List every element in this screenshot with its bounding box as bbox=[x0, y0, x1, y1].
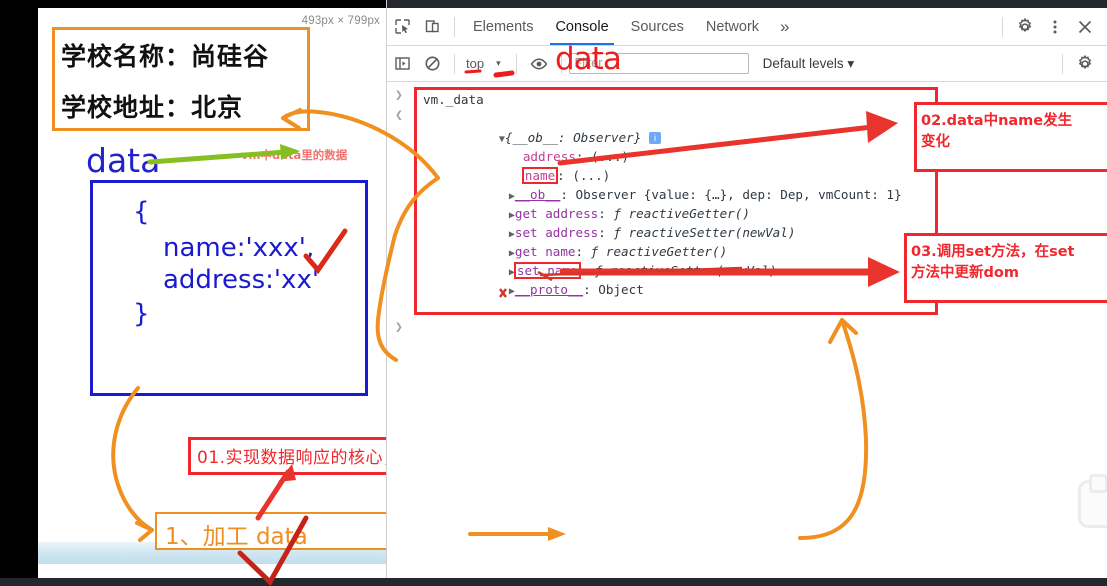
property-value[interactable]: ƒ reactiveGetter() bbox=[591, 244, 727, 259]
property-value[interactable]: (...) bbox=[591, 149, 629, 164]
code-line: { bbox=[133, 197, 150, 227]
console-log-area: ❯ ❮ ❯ vm._data ▼{__ob__: Observer} i add… bbox=[387, 82, 1107, 586]
code-line: } bbox=[133, 299, 150, 329]
page-viewport: 493px × 799px 学校名称：尚硅谷 学校地址：北京 data vm中d… bbox=[38, 8, 386, 578]
devtools-panel: Elements Console Sources Network » top ▾… bbox=[386, 0, 1107, 586]
property-key-set-name-highlighted: set name bbox=[513, 262, 581, 279]
tab-network[interactable]: Network bbox=[695, 8, 770, 45]
property-sep: : bbox=[598, 225, 614, 240]
console-input-expression: vm._data bbox=[423, 92, 484, 107]
property-value[interactable]: Observer {value: {…}, dep: Dep, vmCount:… bbox=[576, 187, 902, 202]
tab-console[interactable]: Console bbox=[544, 8, 619, 45]
console-toolbar-right bbox=[1055, 49, 1107, 79]
property-value[interactable]: ƒ reactiveSetter(newVal) bbox=[595, 263, 777, 278]
school-info-box: 学校名称：尚硅谷 学校地址：北京 bbox=[52, 27, 310, 131]
device-toolbar-icon[interactable] bbox=[417, 12, 447, 42]
console-result-header[interactable]: ▼{__ob__: Observer} i bbox=[417, 109, 935, 145]
window-bottom-strip bbox=[0, 578, 1107, 586]
expand-triangle-icon[interactable]: ▶ bbox=[509, 267, 515, 278]
handwritten-data-overlay: data bbox=[555, 41, 622, 77]
gear-icon[interactable] bbox=[1070, 49, 1100, 79]
console-prompt-arrow: ❯ bbox=[395, 88, 403, 103]
property-value[interactable]: (...) bbox=[572, 168, 610, 183]
console-sidebar-icon[interactable] bbox=[387, 49, 417, 79]
data-heading: data bbox=[86, 141, 161, 180]
property-key: __proto__ bbox=[514, 282, 584, 297]
toolbar-divider bbox=[454, 53, 455, 74]
page-footer-white bbox=[38, 564, 386, 578]
annotation-02-line1: 02.data中name发生 bbox=[921, 113, 1073, 129]
page-left-dark-strip bbox=[0, 0, 38, 586]
annotation-01-text: 实现数据响应的核心，实现数据的监听 bbox=[225, 448, 386, 468]
property-value[interactable]: ƒ reactiveGetter() bbox=[613, 206, 749, 221]
green-arrow-note: vm中data里的数据 bbox=[241, 148, 348, 162]
execution-context-selector[interactable]: top bbox=[462, 56, 488, 71]
clear-console-icon[interactable] bbox=[417, 49, 447, 79]
toolbar-divider bbox=[1002, 16, 1003, 37]
annotation-02-box: 02.data中name发生 变化 bbox=[914, 102, 1107, 172]
annotation-03-box: 03.调用set方法，在set 方法中更新dom bbox=[904, 233, 1107, 303]
log-level-selector[interactable]: Default levels ▾ bbox=[763, 56, 855, 72]
viewport-size-badge: 493px × 799px bbox=[301, 15, 380, 27]
screenshot-root: 493px × 799px 学校名称：尚硅谷 学校地址：北京 data vm中d… bbox=[0, 0, 1107, 586]
more-vertical-icon[interactable] bbox=[1040, 12, 1070, 42]
annotation-03-line2: 方法中更新dom bbox=[911, 265, 1019, 281]
toolbar-divider bbox=[515, 53, 517, 74]
property-sep: : bbox=[560, 187, 576, 202]
property-sep: : bbox=[579, 263, 595, 278]
toolbar-divider bbox=[454, 16, 455, 37]
browser-page-pane: 493px × 799px 学校名称：尚硅谷 学校地址：北京 data vm中d… bbox=[0, 0, 386, 586]
console-next-prompt-arrow: ❯ bbox=[395, 320, 403, 335]
property-sep: : bbox=[583, 282, 599, 297]
close-icon[interactable] bbox=[1070, 12, 1100, 42]
property-key: get name bbox=[514, 244, 576, 259]
data-object-code-box: { name:'xxx', address:'xx' } bbox=[90, 180, 368, 396]
property-sep: : bbox=[557, 168, 573, 183]
property-sep: : bbox=[575, 149, 592, 164]
result-header-text: {__ob__: Observer} bbox=[504, 130, 642, 145]
annotation-03-line1: 03.调用set方法，在set bbox=[911, 244, 1075, 260]
devtools-toolbar: Elements Console Sources Network » bbox=[387, 8, 1107, 46]
console-toolbar: top ▾ Filter Default levels ▾ bbox=[387, 46, 1107, 82]
chevron-down-icon[interactable]: ▾ bbox=[488, 58, 509, 69]
console-result-arrow: ❮ bbox=[395, 108, 403, 123]
property-sep: : bbox=[575, 244, 591, 259]
property-value[interactable]: Object bbox=[598, 282, 644, 297]
decorative-watermark-shape bbox=[1078, 474, 1107, 528]
info-icon[interactable]: i bbox=[648, 132, 661, 144]
tab-elements[interactable]: Elements bbox=[462, 8, 544, 45]
annotation-01-number: 01. bbox=[197, 448, 226, 468]
toolbar-divider bbox=[1062, 53, 1063, 74]
tab-sources[interactable]: Sources bbox=[620, 8, 695, 45]
gear-icon[interactable] bbox=[1010, 12, 1040, 42]
annotation-02-line2: 变化 bbox=[921, 134, 950, 150]
more-tabs-chevron-icon[interactable]: » bbox=[770, 8, 799, 45]
code-line: name:'xxx', bbox=[163, 233, 315, 263]
code-line: address:'xx' bbox=[163, 265, 319, 295]
property-key-name-highlighted: name bbox=[521, 167, 559, 184]
annotation-01-box: 01.实现数据响应的核心，实现数据的监听 bbox=[188, 437, 386, 475]
property-sep: : bbox=[598, 206, 614, 221]
console-output-highlight-frame: vm._data ▼{__ob__: Observer} i address: … bbox=[414, 87, 938, 315]
property-value[interactable]: ƒ reactiveSetter(newVal) bbox=[613, 225, 795, 240]
inspect-element-icon[interactable] bbox=[387, 12, 417, 42]
property-key: set address bbox=[514, 225, 599, 240]
live-expression-eye-icon[interactable] bbox=[524, 49, 554, 79]
property-key: __ob__ bbox=[514, 187, 561, 202]
devtools-toolbar-right bbox=[995, 12, 1107, 42]
property-key: get address bbox=[514, 206, 599, 221]
school-name-line: 学校名称：尚硅谷 bbox=[61, 42, 270, 71]
property-key: address bbox=[522, 149, 576, 164]
window-titlebar-strip bbox=[387, 0, 1107, 8]
school-address-line: 学校地址：北京 bbox=[61, 93, 244, 122]
